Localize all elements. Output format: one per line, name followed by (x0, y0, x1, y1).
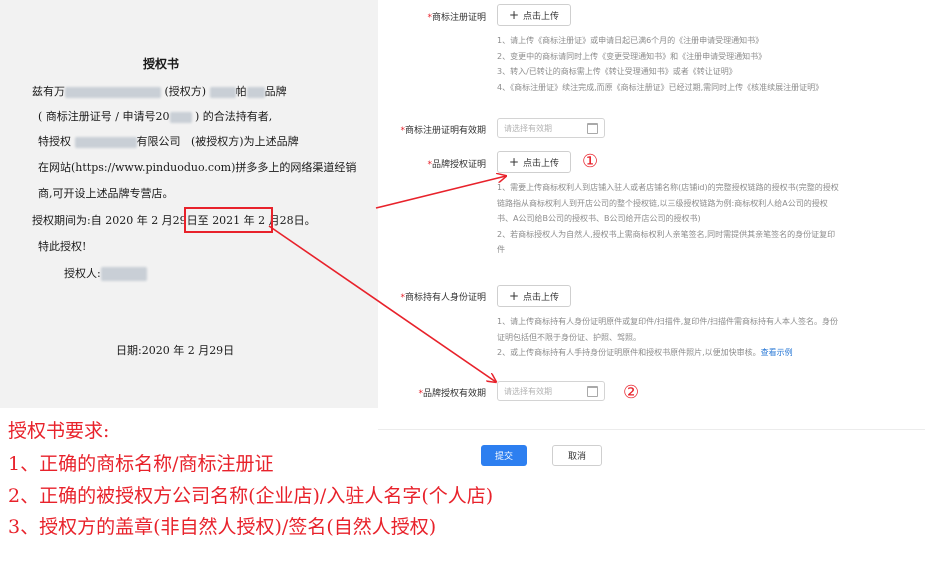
plus-icon: + (508, 8, 520, 22)
plus-icon: + (508, 289, 520, 303)
marker-one: ① (582, 151, 599, 172)
letter-date: 日期:2020 年 2 月29日 (116, 344, 235, 357)
trademark-validity-label: *商标注册证明有效期 (400, 126, 486, 136)
form-divider (378, 429, 925, 430)
brand-authorization-notes: 1、需要上传商标权利人到店铺入驻人或者店铺名称(店铺id)的完整授权链路的授权书… (497, 183, 839, 254)
calendar-icon (587, 122, 598, 134)
holder-identity-label: *商标持有人身份证明 (400, 293, 486, 303)
view-example-link[interactable]: 查看示例 (761, 348, 793, 357)
letter-line-4: 在网站(https://www.pinduoduo.com)拼多多上的网络渠道经… (38, 161, 357, 174)
letter-line-2: ( 商标注册证号 / 申请号20 ) 的合法持有者, (38, 110, 273, 123)
trademark-validity-date-input[interactable]: 请选择有效期 (497, 118, 605, 138)
requirements-title: 授权书要求: (8, 420, 110, 442)
brand-authorization-label: *品牌授权证明 (427, 160, 486, 170)
redacted-brand-owner (65, 86, 161, 98)
letter-title: 授权书 (143, 57, 180, 71)
letter-grantor: 授权人: (64, 265, 147, 281)
holder-identity-notes: 1、请上传商标持有人身份证明原件或复印件/扫描件,复印件/扫描件需商标持有人本人… (497, 317, 839, 357)
redacted-brand (209, 86, 236, 98)
brand-authorization-validity-label: *品牌授权有效期 (418, 389, 486, 399)
plus-icon: + (508, 155, 520, 169)
brand-authorization-upload-button[interactable]: + 点击上传 (497, 151, 571, 173)
letter-period: 授权期间为:自 2020 年 2 月29日至 2021 年 2 月28日。 (32, 214, 316, 227)
letter-special: 特此授权! (38, 240, 87, 253)
redacted-registration-number (169, 111, 192, 123)
trademark-proof-upload-button[interactable]: + 点击上传 (497, 4, 571, 26)
letter-line-1: 兹有万 (授权方) 帕品牌 (32, 85, 287, 98)
period-end-highlight (184, 207, 273, 233)
cancel-button[interactable]: 取消 (552, 445, 602, 466)
submit-button[interactable]: 提交 (481, 445, 527, 466)
requirement-item: 3、授权方的盖章(非自然人授权)/签名(自然人授权) (8, 516, 437, 538)
authorization-letter-image: 授权书 兹有万 (授权方) 帕品牌 ( 商标注册证号 / 申请号20 ) 的合法… (0, 0, 378, 408)
redacted-licensee (74, 136, 137, 148)
trademark-proof-notes: 1、请上传《商标注册证》或申请日起已满6个月的《注册申请受理通知书》 2、变更中… (497, 36, 824, 92)
requirement-item: 2、正确的被授权方公司名称(企业店)/入驻人名字(个人店) (8, 485, 494, 507)
requirement-item: 1、正确的商标名称/商标注册证 (8, 453, 274, 475)
letter-line-5: 商,可开设上述品牌专营店。 (38, 187, 174, 200)
marker-two: ② (623, 382, 640, 403)
calendar-icon (587, 385, 598, 397)
letter-line-3: 特授权 有限公司 (被授权方)为上述品牌 (38, 135, 299, 148)
redacted-signature (100, 267, 147, 281)
trademark-proof-label: *商标注册证明 (427, 13, 486, 23)
brand-authorization-validity-date-input[interactable]: 请选择有效期 (497, 381, 605, 401)
holder-identity-upload-button[interactable]: + 点击上传 (497, 285, 571, 307)
